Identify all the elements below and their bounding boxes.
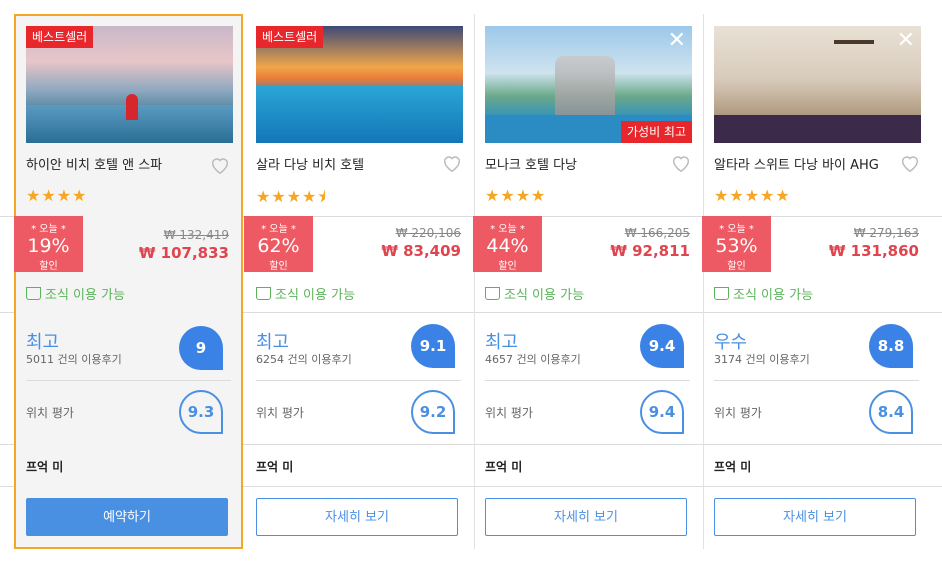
location-label: 위치 평가 [256, 406, 304, 420]
rate-label: 프억 미 [256, 460, 294, 474]
discount-percent: 44% [486, 235, 529, 257]
discount-badge: * 오늘 * 62% 할인 [244, 216, 313, 272]
book-button[interactable]: 예약하기 [26, 498, 228, 536]
sale-price[interactable]: ₩ 83,409 [381, 242, 461, 260]
rate-label: 프억 미 [26, 460, 64, 474]
discount-percent: 53% [715, 235, 758, 257]
details-button[interactable]: 자세히 보기 [256, 498, 458, 536]
hotel-card[interactable]: ✕ 가성비 최고 모나크 호텔 다낭 ★★★★ * 오늘 * 44% 할인 ₩ … [473, 14, 702, 549]
discount-percent: 19% [27, 235, 70, 257]
rate-label: 프억 미 [714, 460, 752, 474]
inner-divider [485, 380, 690, 381]
location-score-badge: 9.4 [640, 390, 684, 434]
star-rating: ★★★★ [26, 186, 88, 205]
inner-divider [26, 380, 231, 381]
rate-label: 프억 미 [485, 460, 523, 474]
location-score-badge: 8.4 [869, 390, 913, 434]
bestseller-badge: 베스트셀러 [256, 26, 324, 48]
hotel-name[interactable]: 살라 다낭 비치 호텔 [256, 154, 364, 173]
hotel-card[interactable]: ✕ 알타라 스위트 다낭 바이 AHG ★★★★★ * 오늘 * 53% 할인 … [702, 14, 931, 549]
review-count[interactable]: 5011 건의 이용후기 [26, 351, 122, 367]
breakfast-info: 조식 이용 가능 [256, 284, 355, 303]
discount-badge: * 오늘 * 19% 할인 [14, 216, 83, 272]
hotel-photo[interactable]: 베스트셀러 [26, 26, 233, 143]
hotel-photo[interactable]: 베스트셀러 [256, 26, 463, 143]
star-rating: ★★★★⯨ [256, 187, 327, 206]
discount-label: 할인 [498, 261, 517, 272]
sale-price[interactable]: ₩ 107,833 [139, 244, 229, 262]
details-button[interactable]: 자세히 보기 [485, 498, 687, 536]
inner-divider [714, 380, 919, 381]
breakfast-label: 조식 이용 가능 [45, 288, 126, 303]
hotel-card[interactable]: 베스트셀러 하이안 비치 호텔 앤 스파 ★★★★ * 오늘 * 19% 할인 … [14, 14, 243, 549]
hotel-photo[interactable]: ✕ 가성비 최고 [485, 26, 692, 143]
discount-badge: * 오늘 * 44% 할인 [473, 216, 542, 272]
heart-icon[interactable] [209, 154, 231, 176]
breakfast-info: 조식 이용 가능 [485, 284, 584, 303]
details-button[interactable]: 자세히 보기 [714, 498, 916, 536]
heart-icon[interactable] [441, 152, 463, 174]
coffee-cup-icon [26, 287, 41, 300]
heart-icon[interactable] [670, 152, 692, 174]
review-score-badge: 9.1 [411, 324, 455, 368]
inner-divider [256, 380, 461, 381]
original-price: ₩ 166,205 [624, 226, 690, 240]
best-value-badge: 가성비 최고 [620, 121, 692, 143]
review-score-badge: 9.4 [640, 324, 684, 368]
review-count[interactable]: 4657 건의 이용후기 [485, 351, 581, 367]
location-label: 위치 평가 [714, 406, 762, 420]
original-price: ₩ 279,163 [853, 226, 919, 240]
original-price: ₩ 132,419 [163, 228, 229, 242]
review-score-badge: 9 [179, 326, 223, 370]
coffee-cup-icon [256, 287, 271, 300]
close-icon[interactable]: ✕ [668, 30, 686, 52]
discount-percent: 62% [257, 235, 300, 257]
location-label: 위치 평가 [485, 406, 533, 420]
deal-today-label: * 오늘 * [261, 224, 296, 235]
hotel-name[interactable]: 모나크 호텔 다낭 [485, 154, 577, 173]
coffee-cup-icon [714, 287, 729, 300]
discount-label: 할인 [269, 261, 288, 272]
breakfast-info: 조식 이용 가능 [714, 284, 813, 303]
discount-label: 할인 [727, 261, 746, 272]
close-icon[interactable]: ✕ [897, 30, 915, 52]
deal-today-label: * 오늘 * [31, 224, 66, 235]
hotel-name[interactable]: 알타라 스위트 다낭 바이 AHG [714, 154, 879, 173]
breakfast-label: 조식 이용 가능 [733, 288, 814, 303]
discount-badge: * 오늘 * 53% 할인 [702, 216, 771, 272]
hotel-photo[interactable]: ✕ [714, 26, 921, 143]
sale-price[interactable]: ₩ 131,860 [829, 242, 919, 260]
sale-price[interactable]: ₩ 92,811 [610, 242, 690, 260]
review-score-badge: 8.8 [869, 324, 913, 368]
hotel-card[interactable]: 베스트셀러 살라 다낭 비치 호텔 ★★★★⯨ * 오늘 * 62% 할인 ₩ … [244, 14, 473, 549]
location-label: 위치 평가 [26, 406, 74, 420]
discount-label: 할인 [39, 261, 58, 272]
deal-today-label: * 오늘 * [719, 224, 754, 235]
hotel-name[interactable]: 하이안 비치 호텔 앤 스파 [26, 154, 162, 173]
bestseller-badge: 베스트셀러 [26, 26, 94, 48]
location-score-badge: 9.2 [411, 390, 455, 434]
review-count[interactable]: 3174 건의 이용후기 [714, 351, 810, 367]
deal-today-label: * 오늘 * [490, 224, 525, 235]
location-score-badge: 9.3 [179, 390, 223, 434]
star-rating: ★★★★★ [714, 186, 791, 205]
breakfast-label: 조식 이용 가능 [275, 288, 356, 303]
breakfast-info: 조식 이용 가능 [26, 284, 125, 303]
heart-icon[interactable] [899, 152, 921, 174]
star-rating: ★★★★ [485, 186, 547, 205]
original-price: ₩ 220,106 [395, 226, 461, 240]
coffee-cup-icon [485, 287, 500, 300]
review-count[interactable]: 6254 건의 이용후기 [256, 351, 352, 367]
breakfast-label: 조식 이용 가능 [504, 288, 585, 303]
